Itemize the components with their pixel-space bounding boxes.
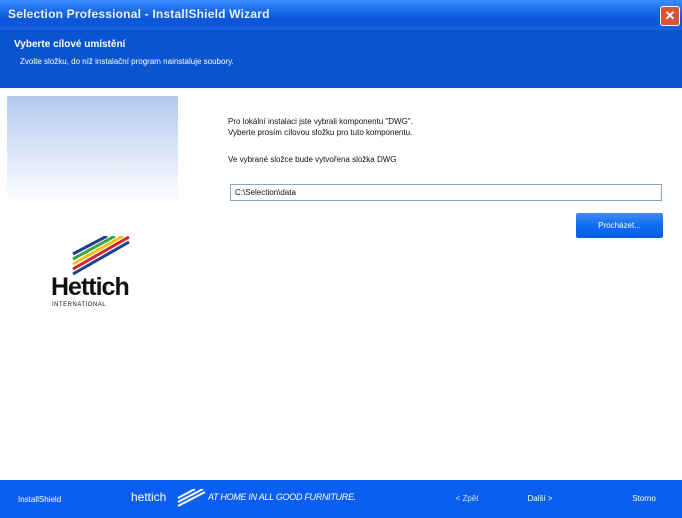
hettich-stripes-icon <box>72 236 130 276</box>
title-bar: Selection Professional - InstallShield W… <box>0 0 682 30</box>
info-line-2: Vyberte prosím cílovou složku pro tuto k… <box>228 128 413 137</box>
back-button[interactable]: < Zpět <box>447 490 487 508</box>
main-content: Pro lokální instalaci jste vybrali kompo… <box>178 96 675 480</box>
installshield-label: InstallShield <box>18 495 62 504</box>
close-icon: ✕ <box>664 8 676 23</box>
hettich-stripes-icon <box>177 489 206 507</box>
left-panel: Hettich INTERNATIONAL <box>7 96 178 480</box>
page-subtitle: Zvolte složku, do níž instalační program… <box>20 57 234 66</box>
info-line-1: Pro lokální instalaci jste vybrali kompo… <box>228 117 413 126</box>
header-divider <box>0 88 682 89</box>
window-title: Selection Professional - InstallShield W… <box>8 7 270 21</box>
cancel-button[interactable]: Storno <box>624 490 664 508</box>
folder-note: Ve vybrané složce bude vytvořena složka … <box>228 155 397 164</box>
next-button[interactable]: Další > <box>520 490 560 508</box>
hettich-logo: Hettich INTERNATIONAL <box>51 236 139 326</box>
installer-window: Selection Professional - InstallShield W… <box>0 0 682 518</box>
info-text: Pro lokální instalaci jste vybrali kompo… <box>228 116 413 138</box>
footer-bar: InstallShield hettich AT HOME IN ALL GOO… <box>0 480 682 518</box>
browse-button[interactable]: Procházet... <box>576 213 663 238</box>
brand-name: hettich <box>131 490 167 504</box>
logo-tagline: INTERNATIONAL <box>52 302 107 308</box>
wizard-header: Vyberte cílové umístění Zvolte složku, d… <box>0 30 682 88</box>
logo-wordmark: Hettich <box>51 273 130 301</box>
page-title: Vyberte cílové umístění <box>14 39 126 50</box>
close-button[interactable]: ✕ <box>660 6 680 26</box>
brand-slogan: AT HOME IN ALL GOOD FURNITURE. <box>208 492 356 502</box>
destination-path-input[interactable] <box>230 184 662 201</box>
